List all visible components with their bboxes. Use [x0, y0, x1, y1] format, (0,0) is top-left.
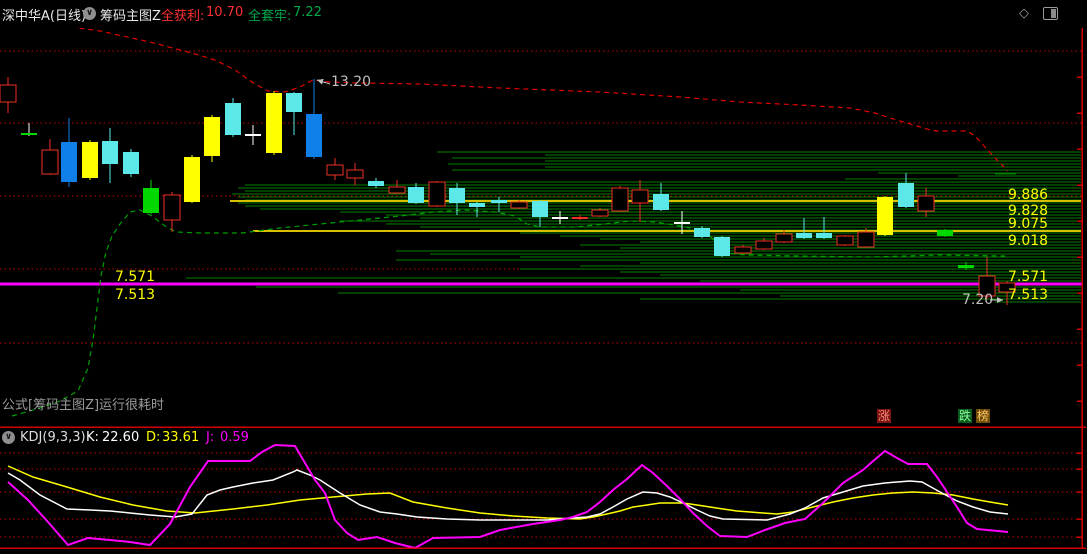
- candle-body: [836, 235, 854, 246]
- candle-body: [82, 142, 98, 178]
- kdj-line-K: [7, 469, 1009, 521]
- candle-body: [958, 265, 974, 268]
- candle-body: [143, 188, 159, 213]
- rank-badge[interactable]: 涨: [877, 409, 891, 423]
- candle-body: [469, 203, 485, 207]
- candle-body: [532, 201, 548, 217]
- rank-badges: 涨 跌榜: [0, 409, 1087, 425]
- stock-title: 深中华A(日线): [2, 9, 87, 24]
- kdj-indicator-name[interactable]: KDJ(9,3,3): [20, 430, 86, 445]
- candle-body: [572, 217, 588, 219]
- candle-body: [775, 233, 793, 243]
- candle-body: [428, 181, 446, 207]
- candle-body: [898, 183, 914, 207]
- candle-body: [368, 181, 384, 186]
- candle-body: [41, 149, 59, 175]
- cost-line-red: [74, 28, 1009, 172]
- price-label: 9.018: [1008, 233, 1048, 249]
- candle-body: [204, 117, 220, 156]
- indicator-name[interactable]: 筹码主图Z: [100, 5, 161, 24]
- app-window: 深中华A(日线) ∨ 筹码主图Z 全获利: 10.70 全套牢: 7.22 ◇ …: [0, 0, 1087, 554]
- candle-body: [755, 240, 773, 250]
- diamond-icon[interactable]: ◇: [1019, 6, 1029, 21]
- kdj-j-value: 0.59: [220, 430, 249, 445]
- candle-body: [510, 201, 528, 209]
- trapped-label: 全套牢:: [248, 9, 292, 24]
- candle-body: [491, 200, 507, 203]
- candle-body: [877, 197, 893, 235]
- price-label: 9.886: [1008, 187, 1048, 203]
- candle-body: [163, 194, 181, 221]
- candle-body: [326, 164, 344, 176]
- candle-body: [937, 230, 953, 236]
- profit-label: 全获利:: [161, 9, 205, 24]
- candle-body: [611, 187, 629, 212]
- kdj-k-label: K:: [86, 430, 99, 445]
- price-label: 9.075: [1008, 216, 1048, 232]
- panel-layout-icon[interactable]: [1043, 7, 1058, 20]
- trapped-value: 7.22: [293, 5, 322, 20]
- kdj-d-label: D:: [146, 430, 161, 445]
- cost-line-green: [11, 209, 1006, 417]
- candle-body: [225, 103, 241, 135]
- candle-body: [306, 114, 322, 157]
- candle-body: [653, 194, 669, 210]
- price-label: 7.513: [1008, 287, 1048, 303]
- kdj-k-value: 22.60: [102, 430, 140, 445]
- rank-badge[interactable]: 榜: [976, 409, 990, 423]
- candle-body: [816, 233, 832, 238]
- candle-body: [714, 237, 730, 256]
- candle-body: [408, 187, 424, 203]
- candle-body: [694, 228, 710, 237]
- chevron-down-icon[interactable]: ∨: [83, 7, 96, 20]
- price-label: 7.571: [1008, 269, 1048, 285]
- candle-body: [631, 189, 649, 204]
- candle-body: [0, 84, 17, 103]
- candle-body: [796, 233, 812, 238]
- candle-body: [591, 209, 609, 217]
- candle-body: [734, 246, 752, 254]
- profit-value: 10.70: [206, 5, 244, 20]
- candle-body: [917, 195, 935, 212]
- candle-body: [286, 93, 302, 112]
- chevron-down-icon[interactable]: ∨: [2, 431, 15, 444]
- candle-body: [61, 142, 77, 182]
- candle-body: [857, 231, 875, 248]
- candle-body: [346, 169, 364, 179]
- candle-body: [266, 93, 282, 153]
- candle-body: [184, 157, 200, 202]
- rank-badge[interactable]: 跌: [958, 409, 972, 423]
- candle-body: [449, 188, 465, 203]
- candle-body: [123, 152, 139, 174]
- kdj-d-value: 33.61: [162, 430, 200, 445]
- main-candlestick-chart[interactable]: 9.8869.8289.0759.0187.5717.5137.5717.513…: [0, 28, 1087, 428]
- kdj-title-bar: ∨ KDJ(9,3,3) K: 22.60 D: 33.61 J: 0.59: [0, 430, 1087, 447]
- main-title-bar: 深中华A(日线) ∨ 筹码主图Z 全获利: 10.70 全套牢: 7.22 ◇: [0, 0, 1087, 28]
- price-label: 7.513: [115, 287, 155, 303]
- annotation-label: 7.20: [962, 292, 993, 308]
- annotation-label: 13.20: [331, 74, 371, 90]
- price-label: 7.571: [115, 269, 155, 285]
- candle-body: [102, 141, 118, 164]
- kdj-j-label: J:: [206, 430, 215, 445]
- candle-body: [388, 186, 406, 194]
- annotation-arrowhead: [317, 78, 324, 85]
